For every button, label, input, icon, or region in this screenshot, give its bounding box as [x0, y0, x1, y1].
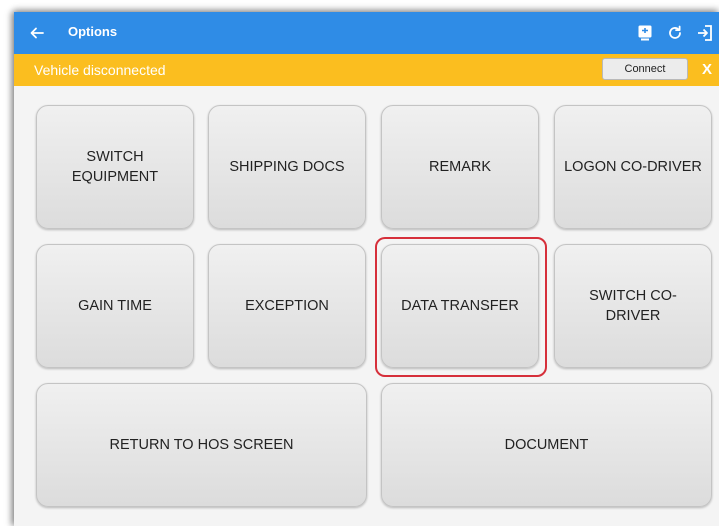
return-to-hos-button[interactable]: RETURN TO HOS SCREEN	[36, 383, 367, 507]
app-bar: Options	[14, 12, 719, 54]
back-button[interactable]	[24, 20, 50, 46]
banner-message: Vehicle disconnected	[34, 62, 166, 78]
logout-button[interactable]	[691, 19, 719, 47]
app-window: Options Vehicle disconnected Connect X S…	[14, 12, 719, 526]
logout-icon	[698, 25, 712, 41]
data-transfer-button[interactable]: DATA TRANSFER	[381, 244, 539, 368]
logon-co-driver-button[interactable]: LOGON CO-DRIVER	[554, 105, 712, 229]
connection-banner: Vehicle disconnected Connect X	[14, 54, 719, 86]
switch-co-driver-button[interactable]: SWITCH CO-DRIVER	[554, 244, 712, 368]
page-title: Options	[68, 24, 118, 39]
device-sync-icon	[638, 25, 652, 41]
app-bar-actions	[629, 12, 719, 54]
remark-button[interactable]: REMARK	[381, 105, 539, 229]
arrow-left-icon	[30, 27, 44, 39]
banner-close-button[interactable]: X	[702, 61, 712, 78]
device-sync-button[interactable]	[631, 19, 659, 47]
gain-time-button[interactable]: GAIN TIME	[36, 244, 194, 368]
document-button[interactable]: DOCUMENT	[381, 383, 712, 507]
exception-button[interactable]: EXCEPTION	[208, 244, 366, 368]
switch-equipment-button[interactable]: SWITCH EQUIPMENT	[36, 105, 194, 229]
refresh-button[interactable]	[661, 19, 689, 47]
shipping-docs-button[interactable]: SHIPPING DOCS	[208, 105, 366, 229]
connect-button[interactable]: Connect	[602, 58, 688, 80]
refresh-icon	[669, 25, 681, 39]
